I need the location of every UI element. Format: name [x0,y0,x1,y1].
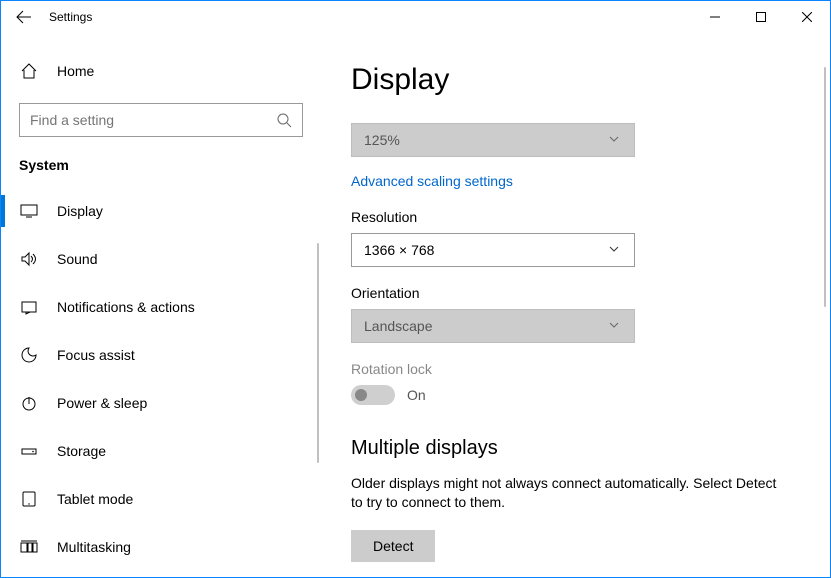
scale-dropdown: 125% [351,123,635,157]
page-title: Display [351,63,800,97]
sidebar-item-storage[interactable]: Storage [1,427,321,475]
tablet-icon [19,489,39,509]
home-label: Home [57,63,94,79]
focus-assist-icon [19,345,39,365]
chevron-down-icon [608,243,622,257]
sidebar-item-label: Notifications & actions [57,299,195,315]
close-button[interactable] [784,1,830,33]
minimize-button[interactable] [692,1,738,33]
sidebar-item-label: Focus assist [57,347,135,363]
scale-heading-truncated: Change the size of text, apps, and other… [351,115,800,121]
multitasking-icon [19,537,39,557]
resolution-value: 1366 × 768 [364,242,608,258]
advanced-scaling-link[interactable]: Advanced scaling settings [351,173,513,189]
maximize-icon [756,12,766,22]
storage-icon [19,441,39,461]
content-scrollbar[interactable] [824,67,826,307]
titlebar: Settings [1,1,830,33]
home-icon [19,61,39,81]
sidebar-item-label: Storage [57,443,106,459]
rotation-lock-toggle [351,385,395,405]
search-icon [276,112,292,128]
sidebar-item-tablet-mode[interactable]: Tablet mode [1,475,321,523]
toggle-knob [355,389,367,401]
sidebar-item-sound[interactable]: Sound [1,235,321,283]
sidebar-item-label: Multitasking [57,539,131,555]
window-controls [692,1,830,33]
sidebar-item-notifications[interactable]: Notifications & actions [1,283,321,331]
sidebar: Home System D [1,33,321,577]
minimize-icon [710,12,720,22]
search-field[interactable] [30,112,276,128]
sound-icon [19,249,39,269]
maximize-button[interactable] [738,1,784,33]
sidebar-item-home[interactable]: Home [1,51,321,91]
multiple-displays-description: Older displays might not always connect … [351,474,781,512]
settings-window: Settings [0,0,831,578]
back-button[interactable] [1,1,47,33]
close-icon [802,12,812,22]
sidebar-scrollbar[interactable] [317,243,319,463]
sidebar-item-display[interactable]: Display [1,187,321,235]
search-input[interactable] [19,103,303,137]
window-title: Settings [47,10,92,24]
scale-value: 125% [364,132,608,148]
display-icon [19,201,39,221]
orientation-value: Landscape [364,318,608,334]
orientation-dropdown: Landscape [351,309,635,343]
chevron-down-icon [608,319,622,333]
sidebar-item-power-sleep[interactable]: Power & sleep [1,379,321,427]
power-icon [19,393,39,413]
sidebar-item-label: Tablet mode [57,491,133,507]
orientation-label: Orientation [351,285,800,301]
sidebar-item-label: Display [57,203,103,219]
chevron-down-icon [608,133,622,147]
rotation-lock-label: Rotation lock [351,361,800,377]
sidebar-item-focus-assist[interactable]: Focus assist [1,331,321,379]
multiple-displays-heading: Multiple displays [351,437,800,460]
resolution-label: Resolution [351,209,800,225]
resolution-dropdown[interactable]: 1366 × 768 [351,233,635,267]
back-arrow-icon [16,9,32,25]
detect-button[interactable]: Detect [351,530,435,562]
sidebar-nav: Display Sound Notifications & actions [1,187,321,571]
sidebar-item-label: Power & sleep [57,395,147,411]
content-pane: Display Change the size of text, apps, a… [321,33,830,577]
sidebar-item-multitasking[interactable]: Multitasking [1,523,321,571]
sidebar-item-label: Sound [57,251,97,267]
notifications-icon [19,297,39,317]
sidebar-section-label: System [1,151,321,187]
rotation-lock-state: On [407,387,426,403]
